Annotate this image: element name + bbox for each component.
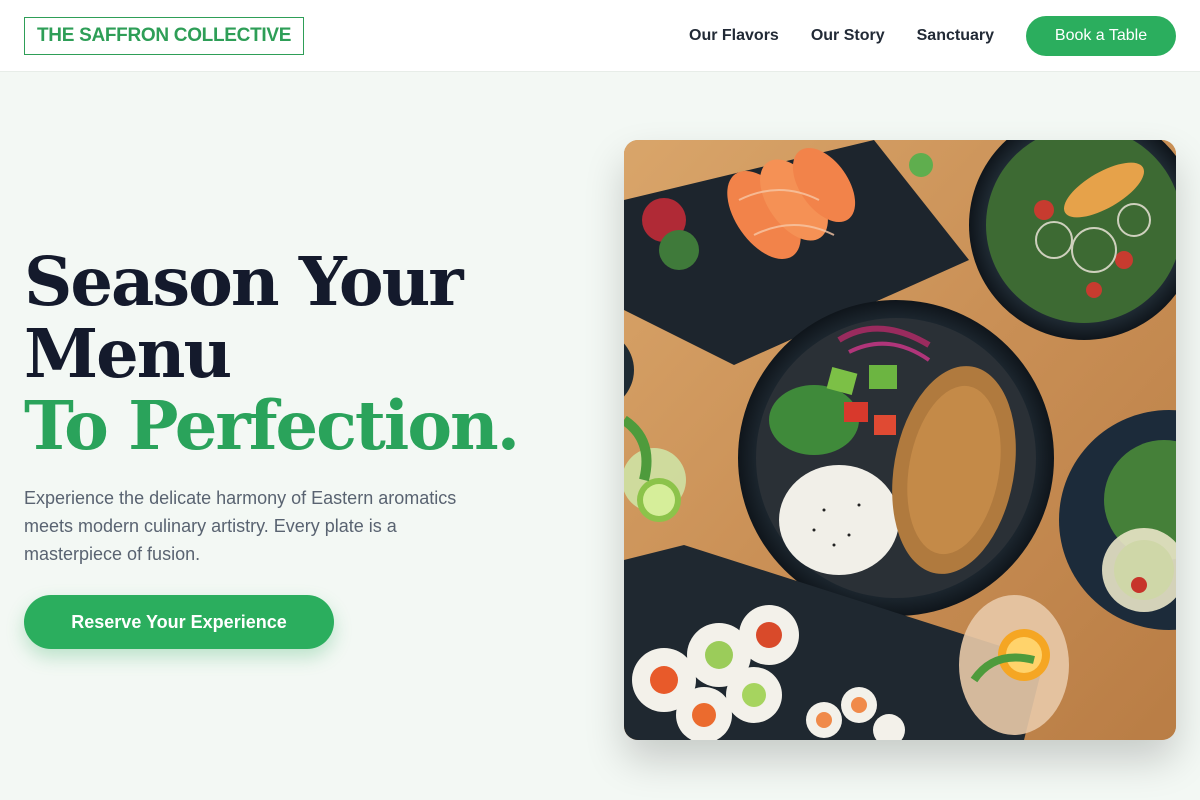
book-table-button[interactable]: Book a Table <box>1026 16 1176 56</box>
brand-logo[interactable]: THE SAFFRON COLLECTIVE <box>24 17 305 55</box>
headline-line-1: Season Your <box>24 242 464 321</box>
nav-link-our-story[interactable]: Our Story <box>811 27 885 45</box>
headline-line-2: Menu <box>24 314 232 393</box>
nav-link-our-flavors[interactable]: Our Flavors <box>689 27 779 45</box>
site-header: THE SAFFRON COLLECTIVE Our Flavors Our S… <box>0 0 1200 72</box>
hero-food-image <box>624 140 1176 740</box>
nav-link-sanctuary[interactable]: Sanctuary <box>917 27 994 45</box>
reserve-experience-button[interactable]: Reserve Your Experience <box>24 595 334 649</box>
hero-headline: Season Your Menu To Perfection. <box>24 246 584 462</box>
food-photo-illustration <box>624 140 1176 740</box>
hero-description: Experience the delicate harmony of Easte… <box>24 488 457 564</box>
main-nav: Our Flavors Our Story Sanctuary Book a T… <box>689 0 1176 72</box>
headline-line-3: To Perfection. <box>24 386 520 465</box>
